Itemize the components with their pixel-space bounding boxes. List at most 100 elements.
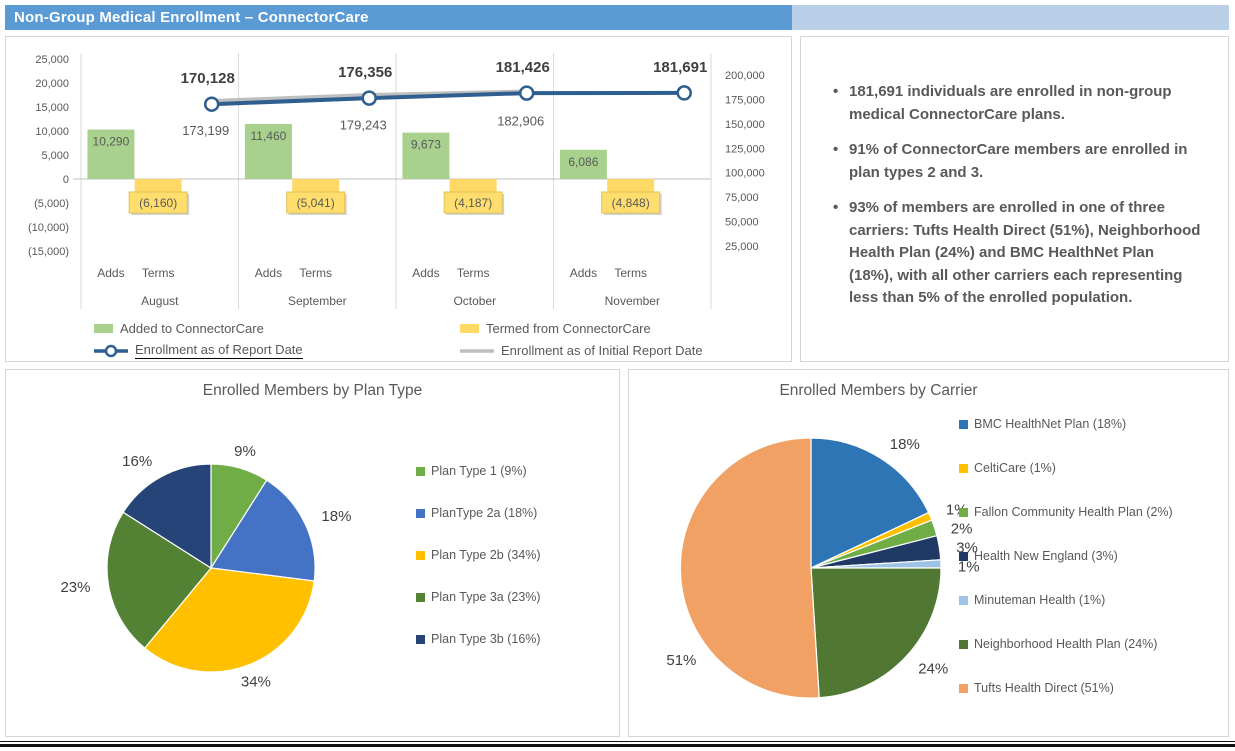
plan-type-legend-item-3[interactable]: Plan Type 3a (23%) [416, 590, 541, 604]
plan-type-legend-item-2[interactable]: Plan Type 2b (34%) [416, 548, 541, 562]
left-axis-tick: 0 [63, 174, 69, 186]
legend-label: Enrollment as of Initial Report Date [501, 343, 703, 358]
plan-type-pie-chart[interactable]: 9%18%34%23%16% [6, 410, 416, 732]
adds-bar-value-label: 6,086 [568, 155, 598, 169]
carrier-pie-body: 18%1%2%3%1%24%51% BMC HealthNet Plan (18… [629, 410, 1228, 732]
month-label: September [288, 294, 347, 308]
combo-legend-item-3[interactable]: Enrollment as of Initial Report Date [460, 341, 791, 360]
combo-legend-item-1[interactable]: Termed from ConnectorCare [460, 319, 791, 338]
enrollment-combo-chart[interactable]: 10,29011,4609,6736,086(6,160)(5,041)(4,1… [6, 39, 781, 317]
summary-bullet-list: 181,691 individuals are enrolled in non-… [831, 81, 1202, 310]
left-axis-tick: 5,000 [41, 150, 69, 162]
legend-label: Neighborhood Health Plan (24%) [974, 637, 1157, 651]
plan-type-legend-item-1[interactable]: PlanType 2a (18%) [416, 506, 541, 520]
left-axis-tick: 20,000 [35, 78, 69, 90]
right-axis-tick: 150,000 [725, 119, 765, 131]
legend-swatch-bar [460, 324, 479, 333]
carrier-legend-item-5[interactable]: Neighborhood Health Plan (24%) [959, 637, 1173, 651]
carrier-legend-item-1[interactable]: CeltiCare (1%) [959, 461, 1173, 475]
enrollment-chart-panel: 10,29011,4609,6736,086(6,160)(5,041)(4,1… [5, 36, 792, 362]
enrollment-marker[interactable] [363, 92, 376, 105]
pie-pct-label: 18% [890, 436, 920, 453]
plan-type-legend-item-4[interactable]: Plan Type 3b (16%) [416, 632, 541, 646]
left-axis-tick: (15,000) [28, 246, 69, 258]
adds-category-label: Adds [255, 266, 282, 280]
legend-label: Minuteman Health (1%) [974, 593, 1105, 607]
pie-pct-label: 16% [122, 453, 152, 470]
legend-swatch-line [94, 345, 128, 357]
adds-category-label: Adds [570, 266, 597, 280]
terms-bar-value-label: (5,041) [297, 196, 335, 210]
right-axis-tick: 125,000 [725, 143, 765, 155]
title-bar-extension [792, 5, 1229, 30]
enrollment-marker[interactable] [678, 86, 691, 99]
enrollment-marker[interactable] [520, 87, 533, 100]
right-axis-tick: 25,000 [725, 241, 759, 253]
left-axis-tick: 10,000 [35, 126, 69, 138]
left-axis-tick: 15,000 [35, 102, 69, 114]
combo-legend-item-2[interactable]: Enrollment as of Report Date [94, 341, 460, 360]
legend-label: Tufts Health Direct (51%) [974, 681, 1114, 695]
pie-slice-5[interactable] [811, 568, 941, 698]
initial-enrollment-value-label: 179,243 [340, 117, 387, 132]
summary-bullet: 93% of members are enrolled in one of th… [831, 197, 1202, 310]
legend-label: Termed from ConnectorCare [486, 321, 651, 336]
legend-swatch [959, 684, 968, 693]
legend-swatch-bar [94, 324, 113, 333]
legend-swatch [959, 508, 968, 517]
carrier-legend-item-2[interactable]: Fallon Community Health Plan (2%) [959, 505, 1173, 519]
pie-pct-label: 9% [234, 443, 256, 460]
legend-swatch [959, 552, 968, 561]
top-row: 10,29011,4609,6736,086(6,160)(5,041)(4,1… [5, 36, 1229, 362]
carrier-legend-item-4[interactable]: Minuteman Health (1%) [959, 593, 1173, 607]
combo-chart-legend: Added to ConnectorCare Termed from Connec… [6, 319, 791, 360]
plan-type-pie-body: 9%18%34%23%16% Plan Type 1 (9%)PlanType … [6, 410, 619, 732]
terms-bar-value-label: (6,160) [139, 196, 177, 210]
title-bar: Non-Group Medical Enrollment – Connector… [5, 5, 1229, 30]
enrollment-value-label: 170,128 [181, 70, 235, 87]
plan-type-pie-legend: Plan Type 1 (9%) PlanType 2a (18%) Plan Ty… [416, 410, 541, 732]
legend-swatch [416, 551, 425, 560]
legend-swatch [416, 593, 425, 602]
adds-category-label: Adds [97, 266, 124, 280]
legend-label: CeltiCare (1%) [974, 461, 1056, 475]
terms-bar-value-label: (4,848) [612, 196, 650, 210]
carrier-legend-item-3[interactable]: Health New England (3%) [959, 549, 1173, 563]
pie-pct-label: 24% [918, 661, 948, 678]
pie-slice-6[interactable] [680, 438, 819, 698]
pie-pct-label: 51% [666, 652, 696, 669]
plan-type-legend-item-0[interactable]: Plan Type 1 (9%) [416, 464, 541, 478]
legend-swatch [959, 464, 968, 473]
left-axis-tick: (5,000) [34, 198, 69, 210]
adds-bar-value-label: 9,673 [411, 138, 441, 152]
month-label: October [453, 294, 496, 308]
page-title: Non-Group Medical Enrollment – Connector… [5, 5, 792, 30]
terms-category-label: Terms [457, 266, 490, 280]
carrier-pie-chart[interactable]: 18%1%2%3%1%24%51% [629, 410, 959, 732]
pie-pct-label: 23% [60, 579, 90, 596]
left-axis-tick: 25,000 [35, 54, 69, 66]
legend-label: BMC HealthNet Plan (18%) [974, 417, 1126, 431]
legend-swatch [416, 635, 425, 644]
combo-legend-item-0[interactable]: Added to ConnectorCare [94, 319, 460, 338]
legend-label: PlanType 2a (18%) [431, 506, 537, 520]
carrier-legend-item-0[interactable]: BMC HealthNet Plan (18%) [959, 417, 1173, 431]
enrollment-value-label: 181,691 [653, 59, 707, 76]
carrier-pie-legend: BMC HealthNet Plan (18%) CeltiCare (1%) Fa… [959, 410, 1173, 732]
bottom-row: Enrolled Members by Plan Type 9%18%34%23… [5, 369, 1229, 737]
right-axis-tick: 175,000 [725, 94, 765, 106]
enrollment-marker[interactable] [205, 98, 218, 111]
legend-label: Plan Type 3a (23%) [431, 590, 541, 604]
legend-swatch [416, 509, 425, 518]
legend-label: Added to ConnectorCare [120, 321, 264, 336]
right-axis-tick: 200,000 [725, 70, 765, 82]
initial-enrollment-value-label: 173,199 [182, 123, 229, 138]
adds-category-label: Adds [412, 266, 439, 280]
legend-label: Plan Type 1 (9%) [431, 464, 527, 478]
carrier-legend-item-6[interactable]: Tufts Health Direct (51%) [959, 681, 1173, 695]
plan-type-pie-panel: Enrolled Members by Plan Type 9%18%34%23… [5, 369, 620, 737]
legend-label: Enrollment as of Report Date [135, 342, 303, 359]
page-bottom-rule [0, 741, 1235, 747]
summary-panel: 181,691 individuals are enrolled in non-… [800, 36, 1229, 362]
legend-swatch [416, 467, 425, 476]
